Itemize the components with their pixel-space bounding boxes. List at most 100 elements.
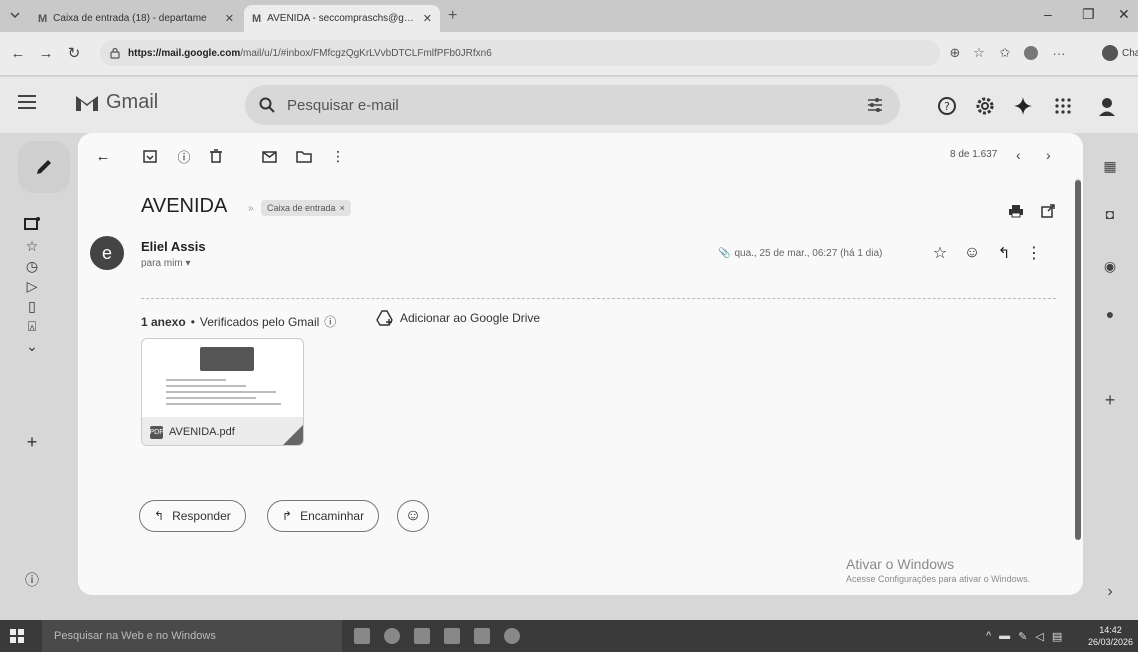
more-options-icon[interactable]: ···	[1050, 44, 1068, 62]
starred-icon[interactable]: ☆	[24, 238, 40, 254]
pen-icon[interactable]: ✎	[1018, 630, 1027, 643]
profile-avatar-icon[interactable]	[1022, 44, 1040, 62]
show-side-panel-icon[interactable]: ›	[1102, 583, 1118, 600]
compose-button[interactable]	[18, 141, 70, 193]
address-bar[interactable]: https://mail.google.com /mail/u/1/#inbox…	[100, 40, 940, 66]
tasks-icon[interactable]: ◉	[1102, 258, 1118, 274]
forward-button[interactable]: ↱ Encaminhar	[267, 500, 380, 532]
emoji-reaction-icon[interactable]: ☺	[962, 243, 982, 263]
reload-icon[interactable]: ↻	[64, 43, 84, 63]
storage-info-icon[interactable]: ⓘ	[24, 572, 40, 588]
notifications-icon[interactable]: ▤	[1052, 630, 1062, 643]
sender-avatar[interactable]: e	[90, 236, 124, 270]
chat-button[interactable]: Chat	[1102, 43, 1138, 63]
search-icon[interactable]	[259, 97, 275, 113]
browser-tab-avenida[interactable]: M AVENIDA - seccompraschs@gmail. ✕	[244, 5, 440, 32]
move-to-icon[interactable]	[294, 146, 314, 166]
account-avatar-icon[interactable]	[1096, 95, 1118, 117]
bookmark-star-icon[interactable]: ☆	[970, 44, 988, 62]
important-marker-icon[interactable]: »	[248, 203, 254, 214]
photos-icon[interactable]	[444, 628, 460, 644]
email-view: ← ⓘ ⋮ 8 de 1.637 ‹ › AVENIDA » Caixa de …	[78, 133, 1083, 595]
network-icon[interactable]: ▬	[999, 630, 1010, 643]
more-actions-icon[interactable]: ⋮	[328, 146, 348, 166]
restore-icon[interactable]: ❐	[1082, 6, 1095, 23]
edge-icon[interactable]	[384, 628, 400, 644]
favorites-icon[interactable]: ✩	[996, 44, 1014, 62]
tab-title: Caixa de entrada (18) - departame	[53, 13, 207, 24]
chrome-icon[interactable]	[504, 628, 520, 644]
lock-icon	[108, 46, 122, 60]
word-icon[interactable]	[474, 628, 490, 644]
mark-unread-icon[interactable]	[260, 146, 280, 166]
purchases-icon[interactable]: ⍓	[24, 318, 40, 334]
forward-icon[interactable]: →	[36, 43, 56, 63]
back-icon[interactable]: ←	[8, 43, 28, 63]
message-pager: 8 de 1.637	[950, 149, 998, 160]
new-tab-icon[interactable]: +	[448, 7, 457, 25]
reply-button[interactable]: ↰ Responder	[139, 500, 246, 532]
print-icon[interactable]	[1006, 201, 1026, 221]
apps-grid-icon[interactable]	[1052, 95, 1074, 117]
task-view-icon[interactable]	[354, 628, 370, 644]
reply-icon[interactable]: ↰	[994, 243, 1014, 263]
tray-expand-icon[interactable]: ^	[986, 630, 991, 643]
volume-icon[interactable]: ◁	[1035, 630, 1043, 643]
store-icon[interactable]	[414, 628, 430, 644]
get-addons-icon[interactable]: +	[1102, 390, 1118, 410]
gmail-favicon-icon: M	[38, 12, 48, 25]
sender-name[interactable]: Eliel Assis	[141, 239, 206, 254]
forward-arrow-icon: ↱	[282, 509, 293, 523]
keep-icon[interactable]: ◘	[1102, 206, 1118, 222]
windows-taskbar: Pesquisar na Web e no Windows ^ ▬ ✎ ◁ ▤ …	[0, 620, 1138, 652]
taskbar-clock[interactable]: 14:42 26/03/2026	[1088, 624, 1133, 648]
window-close-icon[interactable]: ✕	[1118, 6, 1130, 23]
report-spam-icon[interactable]: ⓘ	[174, 146, 194, 166]
scrollbar-thumb[interactable]	[1075, 180, 1081, 540]
attachments-count: 1 anexo	[141, 314, 186, 329]
close-tab-icon[interactable]: ✕	[225, 12, 234, 25]
add-to-drive-button[interactable]: Adicionar ao Google Drive	[376, 310, 540, 326]
attachment-card[interactable]: PDF AVENIDA.pdf	[141, 338, 304, 446]
emoji-react-button[interactable]: ☺	[397, 500, 429, 532]
more-message-options-icon[interactable]: ⋮	[1024, 243, 1044, 263]
reply-label: Responder	[172, 509, 231, 523]
inbox-label-chip[interactable]: Caixa de entrada ×	[261, 200, 351, 216]
help-icon[interactable]: ?	[936, 95, 958, 117]
main-menu-icon[interactable]	[18, 95, 36, 109]
tab-title: AVENIDA - seccompraschs@gmail.	[267, 13, 417, 24]
back-to-inbox-icon[interactable]: ←	[93, 146, 113, 166]
newer-chevron-icon[interactable]: ‹	[1016, 147, 1021, 163]
search-options-icon[interactable]	[866, 96, 884, 114]
info-icon[interactable]: ⓘ	[324, 313, 336, 330]
browser-tab-inbox[interactable]: M Caixa de entrada (18) - departame ✕	[30, 5, 242, 32]
recipient-details[interactable]: para mim ▾	[141, 258, 191, 269]
inbox-icon[interactable]	[24, 216, 40, 232]
archive-icon[interactable]	[140, 146, 160, 166]
taskbar-search[interactable]: Pesquisar na Web e no Windows	[42, 620, 342, 652]
sent-icon[interactable]: ▷	[24, 278, 40, 294]
contacts-icon[interactable]: ●	[1102, 306, 1118, 322]
chevron-down-icon: ▾	[185, 258, 191, 269]
snoozed-icon[interactable]: ◷	[24, 258, 40, 274]
tab-search-icon[interactable]	[8, 8, 22, 22]
delete-icon[interactable]	[206, 146, 226, 166]
recipient-text: para mim	[141, 258, 183, 269]
calendar-icon[interactable]: ▦	[1102, 158, 1118, 174]
more-labels-chevron-icon[interactable]: ⌄	[24, 338, 40, 354]
zoom-icon[interactable]: ⊕	[946, 44, 964, 62]
remove-label-icon[interactable]: ×	[340, 203, 345, 213]
gmail-logo[interactable]: Gmail	[74, 91, 158, 114]
close-tab-icon[interactable]: ✕	[423, 12, 432, 25]
windows-start-icon[interactable]	[10, 629, 24, 643]
drafts-icon[interactable]: ▯	[24, 298, 40, 314]
settings-gear-icon[interactable]	[974, 95, 996, 117]
create-label-icon[interactable]: +	[24, 432, 40, 452]
star-icon[interactable]: ☆	[930, 243, 950, 263]
minimize-icon[interactable]: –	[1044, 6, 1052, 22]
open-new-window-icon[interactable]	[1038, 201, 1058, 221]
taskbar-search-text: Pesquisar na Web e no Windows	[54, 630, 216, 642]
gemini-sparkle-icon[interactable]	[1012, 95, 1034, 117]
older-chevron-icon[interactable]: ›	[1046, 147, 1051, 163]
search-input[interactable]: Pesquisar e-mail	[245, 85, 900, 125]
